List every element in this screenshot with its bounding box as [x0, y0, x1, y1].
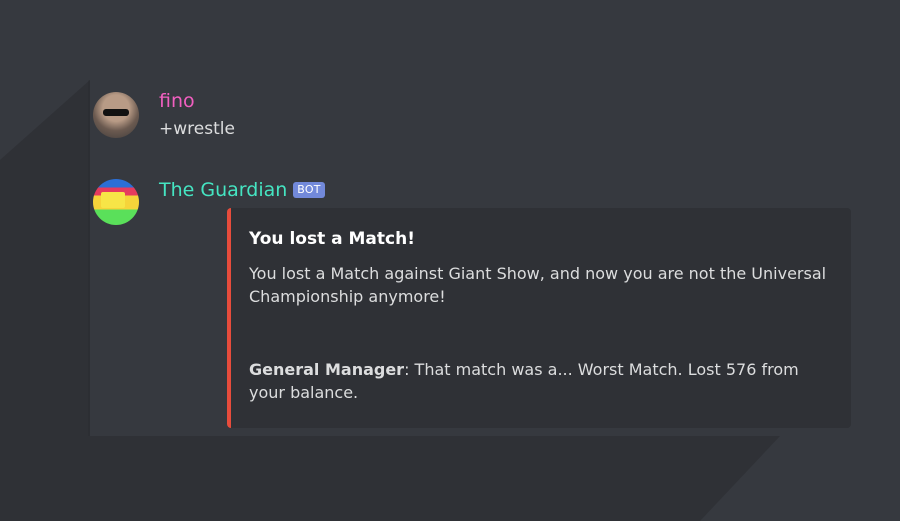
decorative-shape-top-left	[0, 80, 90, 165]
author-name[interactable]: fino	[159, 88, 780, 114]
author-name: The Guardian BOT	[159, 177, 780, 203]
sunglasses-icon	[103, 109, 129, 116]
embed-card: You lost a Match! You lost a Match again…	[227, 208, 851, 428]
avatar-guardian[interactable]	[93, 179, 139, 225]
embed-description: You lost a Match against Giant Show, and…	[249, 264, 827, 306]
decorative-shape-bottom	[90, 436, 780, 521]
message-text: +wrestle	[159, 119, 235, 139]
embed-field: General Manager: That match was a... Wor…	[249, 358, 829, 404]
decorative-shape-left	[0, 165, 90, 521]
author-name-text[interactable]: The Guardian	[159, 179, 287, 201]
avatar-fino[interactable]	[93, 92, 139, 138]
embed-field-label: General Manager	[249, 360, 405, 379]
bot-badge: BOT	[293, 182, 325, 198]
embed-title: You lost a Match!	[249, 229, 415, 249]
message-content: The Guardian BOT You lost a Match! You lo…	[159, 177, 851, 428]
message-content: fino +wrestle	[159, 88, 780, 141]
avatar-image	[101, 192, 125, 208]
